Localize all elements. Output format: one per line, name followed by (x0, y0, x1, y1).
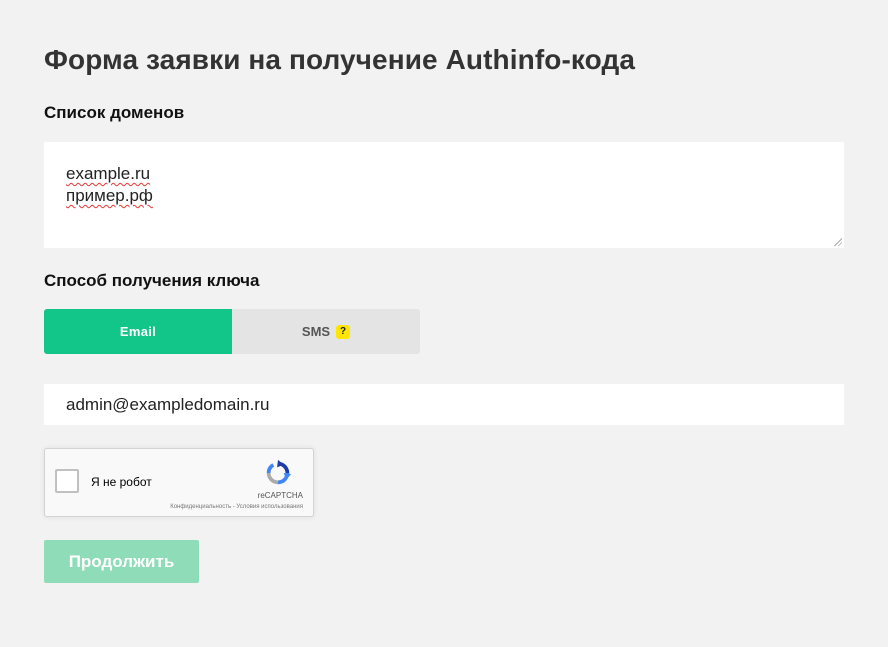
recaptcha-terms-link[interactable]: Конфиденциальность - Условия использован… (170, 504, 303, 510)
key-method-toggle: Email SMS ? (44, 309, 420, 354)
email-option-button[interactable]: Email (44, 309, 232, 354)
email-input[interactable] (44, 384, 844, 425)
domain-line: пример.рф (66, 186, 153, 205)
recaptcha-brand: reCAPTCHA (257, 491, 303, 500)
recaptcha-label: Я не робот (91, 475, 152, 489)
recaptcha-widget: Я не робот reCAPTCHA Конфиденциальность … (44, 448, 314, 517)
resize-handle-icon[interactable] (834, 238, 842, 246)
domains-textarea[interactable]: example.ru пример.рф (44, 142, 844, 248)
recaptcha-checkbox[interactable] (55, 469, 79, 493)
sms-option-label: SMS (301, 324, 331, 339)
continue-button[interactable]: Продолжить (44, 540, 199, 583)
domain-line: example.ru (66, 164, 151, 183)
recaptcha-logo-icon (266, 459, 292, 485)
key-method-label: Способ получения ключа (44, 271, 260, 290)
page-title: Форма заявки на получение Authinfo-кода (44, 44, 635, 75)
sms-option-button[interactable]: SMS ? (232, 309, 420, 354)
domains-label: Список доменов (44, 103, 185, 122)
help-icon[interactable]: ? (336, 324, 351, 339)
email-option-label: Email (119, 324, 157, 339)
